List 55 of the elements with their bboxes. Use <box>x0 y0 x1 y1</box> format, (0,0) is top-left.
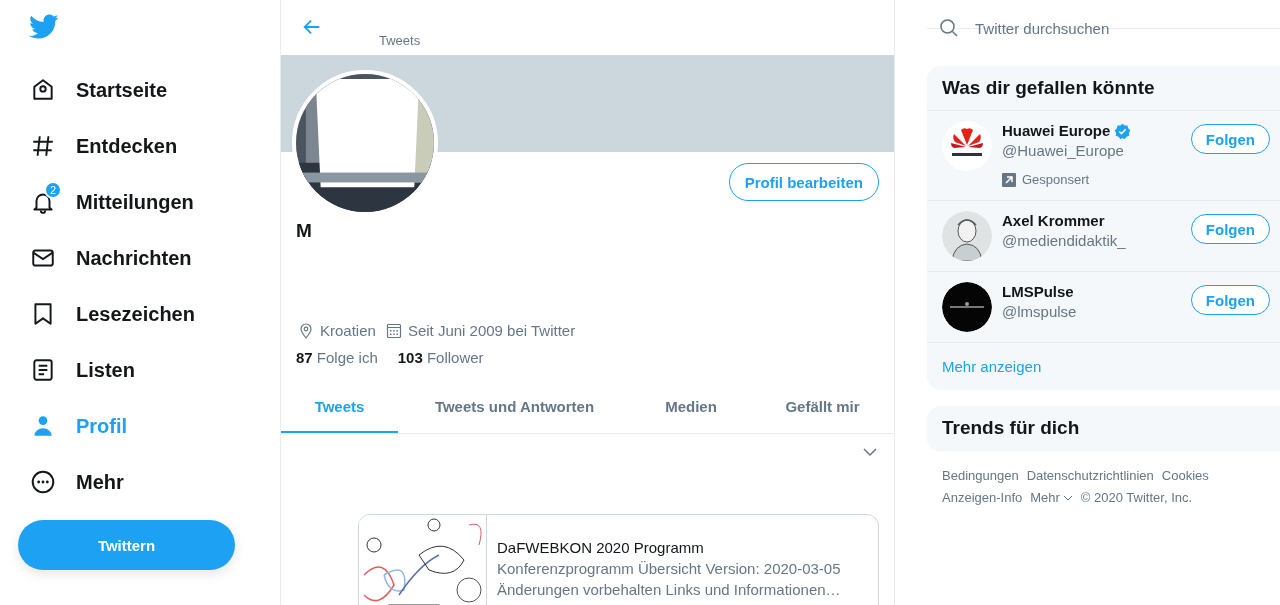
promoted-icon <box>1002 173 1016 187</box>
nav-item[interactable]: 2 Mitteilungen <box>18 174 200 230</box>
nav-item[interactable]: Lesezeichen <box>18 286 201 342</box>
card-description: Konferenzprogramm Übersicht Version: 2020-03-05 <box>497 559 841 579</box>
promoted-label: Gesponsert <box>1022 171 1090 189</box>
list-icon <box>30 357 56 383</box>
footer-link[interactable]: Cookies <box>1161 468 1209 483</box>
footer-link[interactable]: Mehr <box>1030 490 1073 505</box>
location-pin-icon <box>298 322 314 339</box>
profile-tab[interactable]: Medien <box>631 382 751 433</box>
location-text: Kroatien <box>320 322 376 339</box>
card-description: Änderungen vorbehalten Links und Informationen… <box>497 580 841 600</box>
link-card[interactable]: DaFWEBKON 2020 Programm Konferenzprogramm Übersicht Version: 2020-03-05 Änderungen vorbehalten Links und Informationen… <box>358 514 879 605</box>
account-handle: @Huawei_Europe <box>1002 141 1125 161</box>
footer-link[interactable]: Bedingungen <box>942 468 1019 483</box>
edit-profile-button[interactable]: Profil bearbeiten <box>728 163 879 201</box>
follow-button[interactable]: Folgen <box>1190 285 1270 315</box>
bird-logo-icon[interactable] <box>29 14 59 40</box>
notification-badge: 2 <box>44 181 62 199</box>
tweet-button[interactable]: Twittern <box>18 520 235 570</box>
follow-button[interactable]: Folgen <box>1190 214 1270 244</box>
footer-link[interactable]: Datenschutzrichtlinien <box>1026 468 1154 483</box>
show-more-link[interactable]: Mehr anzeigen <box>927 343 1057 390</box>
follow-count-link[interactable]: 87 Folge ich <box>296 349 378 366</box>
join-date-text: Seit Juni 2009 bei Twitter <box>407 322 576 339</box>
account-name: LMSPulse <box>1002 282 1074 302</box>
hashtag-icon <box>30 133 56 159</box>
nav-item[interactable]: Listen <box>18 342 141 398</box>
account-handle: @lmspulse <box>1002 302 1078 322</box>
account-name: Axel Krommer <box>1002 211 1105 231</box>
verified-badge-icon <box>1114 122 1132 140</box>
search-icon <box>939 18 959 38</box>
calendar-icon <box>385 322 402 339</box>
nav-item[interactable]: Nachrichten <box>18 230 198 286</box>
card-title: DaFWEBKON 2020 Programm <box>497 538 705 558</box>
search-field[interactable]: Twitter durchsuchen <box>973 18 1277 38</box>
panel-title: Trends für dich <box>942 417 1080 438</box>
panel-title: Was dir gefallen könnte <box>942 77 1155 98</box>
footer-link[interactable]: Anzeigen-Info <box>942 490 1023 505</box>
nav-item[interactable]: Mehr <box>18 454 130 510</box>
nav-item[interactable]: Startseite <box>18 62 174 118</box>
follow-button[interactable]: Folgen <box>1190 124 1270 154</box>
header-subtitle: Tweets <box>379 32 421 47</box>
more-icon <box>30 469 56 495</box>
profile-name: M <box>296 220 313 242</box>
account-handle: @mediendidaktik_ <box>1002 231 1127 251</box>
profile-tab[interactable]: Tweets und Antworten <box>398 382 631 433</box>
nav-item[interactable]: Profil <box>18 398 134 454</box>
profile-tab[interactable]: Gefällt mir <box>751 382 894 433</box>
home-icon <box>30 77 56 103</box>
profile-tab[interactable]: Tweets <box>281 382 398 433</box>
follow-count-link[interactable]: 103 Follower <box>397 349 484 366</box>
account-name: Huawei Europe <box>1002 121 1111 141</box>
footer-link[interactable]: © 2020 Twitter, Inc. <box>1080 490 1193 505</box>
nav-item[interactable]: Entdecken <box>18 118 184 174</box>
